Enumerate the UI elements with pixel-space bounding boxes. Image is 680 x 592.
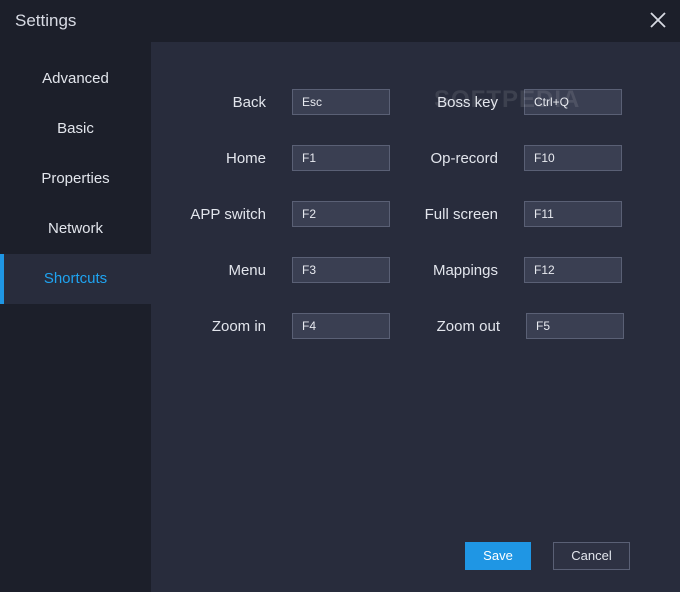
full-screen-label: Full screen	[424, 206, 498, 223]
window-title: Settings	[15, 11, 77, 30]
op-record-shortcut-input[interactable]	[524, 145, 622, 171]
save-button[interactable]: Save	[465, 542, 531, 570]
home-shortcut-input[interactable]	[292, 145, 390, 171]
sidebar-item-network[interactable]: Network	[0, 204, 151, 254]
menu-label: Menu	[228, 262, 266, 279]
mappings-shortcut-input[interactable]	[524, 257, 622, 283]
shortcuts-panel: Back Home APP switch Menu Zoom in Boss k…	[151, 42, 680, 592]
op-record-label: Op-record	[430, 150, 498, 167]
mappings-label: Mappings	[432, 262, 498, 279]
sidebar-item-properties[interactable]: Properties	[0, 154, 151, 204]
app-switch-shortcut-input[interactable]	[292, 201, 390, 227]
close-icon[interactable]	[646, 8, 670, 32]
boss-key-shortcut-input[interactable]	[524, 89, 622, 115]
back-label: Back	[232, 94, 266, 111]
sidebar-item-advanced[interactable]: Advanced	[0, 54, 151, 104]
sidebar-item-shortcuts[interactable]: Shortcuts	[0, 254, 151, 304]
back-shortcut-input[interactable]	[292, 89, 390, 115]
title-bar: Settings	[0, 0, 680, 42]
full-screen-shortcut-input[interactable]	[524, 201, 622, 227]
zoom-out-shortcut-input[interactable]	[526, 313, 624, 339]
sidebar-item-basic[interactable]: Basic	[0, 104, 151, 154]
zoom-out-label: Zoom out	[436, 318, 500, 335]
menu-shortcut-input[interactable]	[292, 257, 390, 283]
settings-sidebar: Advanced Basic Properties Network Shortc…	[0, 42, 151, 592]
settings-window: Settings Advanced Basic Properties Netwo…	[0, 0, 680, 592]
boss-key-label: Boss key	[437, 94, 498, 111]
zoom-in-shortcut-input[interactable]	[292, 313, 390, 339]
home-label: Home	[225, 150, 266, 167]
zoom-in-label: Zoom in	[211, 318, 266, 335]
app-switch-label: APP switch	[190, 206, 266, 223]
cancel-button[interactable]: Cancel	[553, 542, 630, 570]
